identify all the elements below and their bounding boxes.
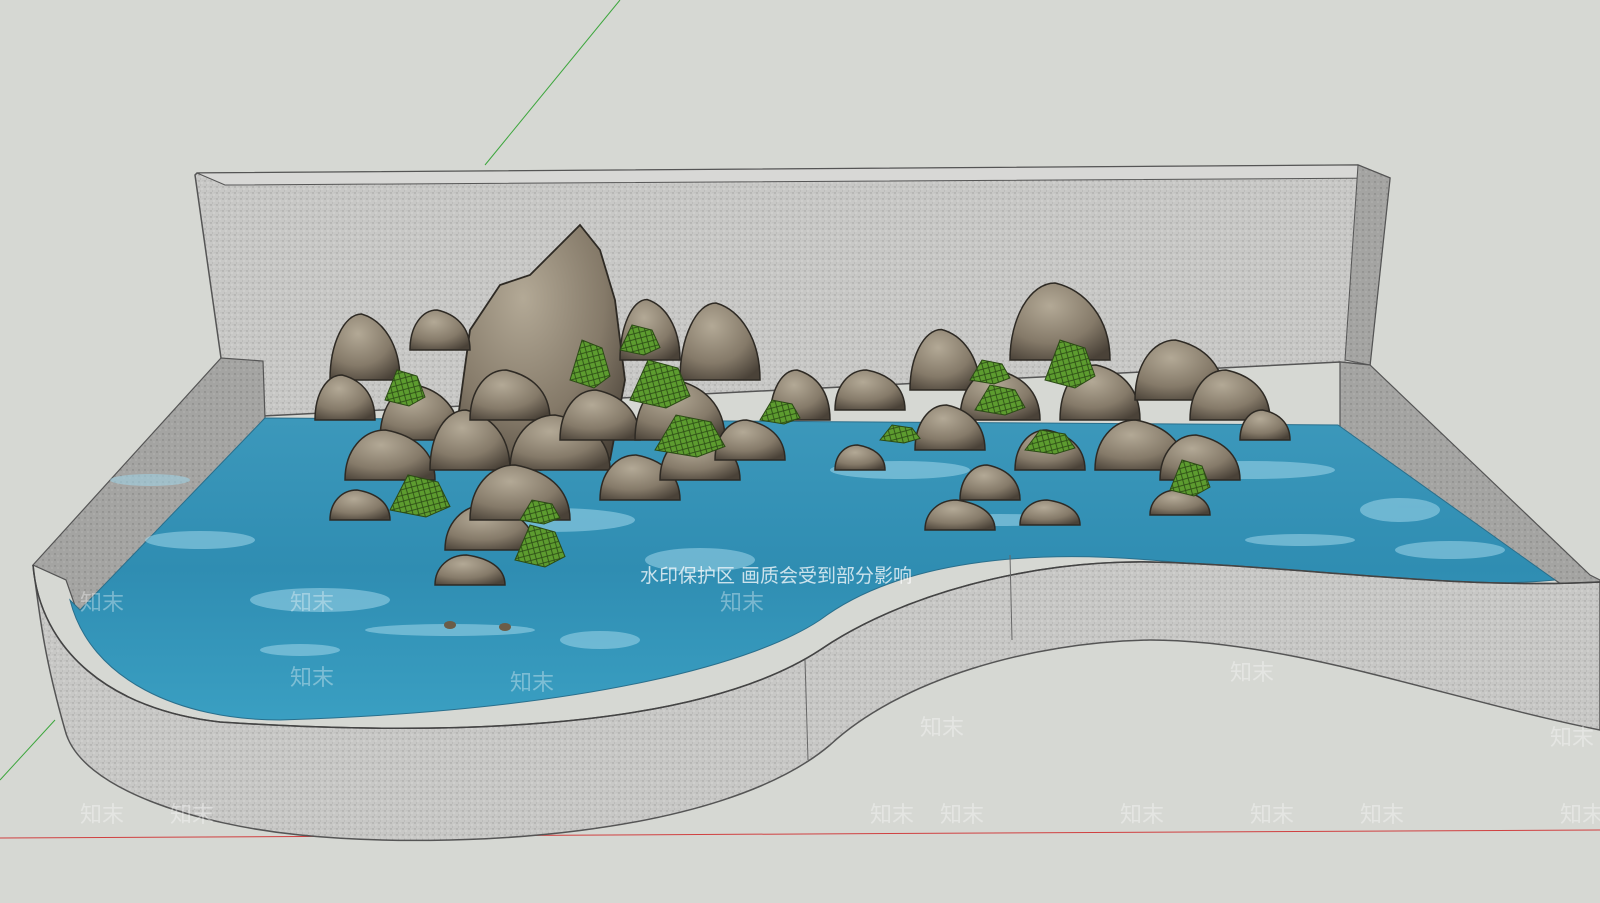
watermark-brand: 知末 [920,716,964,741]
water-highlight [145,531,255,549]
pebble [444,621,456,629]
watermark-brand: 知末 [170,803,214,828]
watermark-brand: 知末 [80,803,124,828]
watermark-brand: 知末 [870,803,914,828]
water-highlight [1395,541,1505,559]
watermark-brand: 知末 [80,591,124,616]
water-highlight [1360,498,1440,522]
watermark-brand: 知末 [1250,803,1294,828]
watermark-brand: 知末 [510,671,554,696]
watermark-brand: 知末 [1120,803,1164,828]
watermark-brand: 知末 [290,591,334,616]
water-highlight [260,644,340,656]
watermark-brand: 知末 [1360,803,1404,828]
watermark-brand: 知末 [940,803,984,828]
watermark-brand: 知末 [720,591,764,616]
water-highlight [560,631,640,649]
pebble [499,623,511,631]
watermark-brand: 知末 [1560,803,1600,828]
watermark-brand: 知末 [290,666,334,691]
watermark-brand: 知末 [1230,661,1274,686]
watermark-notice: 水印保护区 画质会受到部分影响 [640,565,912,587]
model-viewport[interactable]: 水印保护区 画质会受到部分影响 知末 知末 知末知末 知末 知末知末 知末知末 知末 知末 知末… [0,0,1600,903]
watermark-brand: 知末 [1550,726,1594,751]
water-highlight [110,474,190,486]
water-highlight [1245,534,1355,546]
